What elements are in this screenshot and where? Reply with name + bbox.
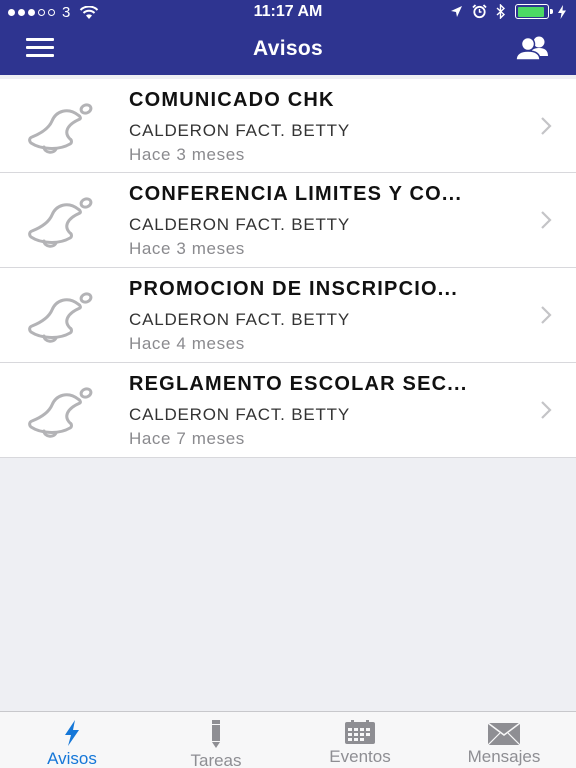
- notices-list: COMUNICADO CHK CALDERON FACT. BETTY Hace…: [0, 79, 576, 458]
- battery-icon: [515, 4, 553, 19]
- status-icons: [450, 4, 566, 19]
- tab-eventos[interactable]: Eventos: [288, 712, 432, 768]
- tab-bar: Avisos Tareas Eventos Mensajes: [0, 711, 576, 768]
- tab-label: Avisos: [47, 749, 97, 768]
- battery-cap: [550, 9, 553, 14]
- bluetooth-icon: [496, 4, 506, 19]
- bell-icon: [28, 387, 93, 438]
- chevron-right-icon: [541, 306, 552, 324]
- bell-icon: [28, 292, 93, 343]
- chevron-right-icon: [541, 401, 552, 419]
- bell-icon: [28, 197, 93, 248]
- alarm-icon: [472, 4, 487, 19]
- notice-author: CALDERON FACT. BETTY: [129, 405, 350, 424]
- nav-bar: Avisos: [0, 24, 576, 74]
- notice-title: COMUNICADO CHK: [129, 89, 335, 111]
- envelope-icon: [488, 723, 520, 745]
- notice-title: CONFERENCIA LIMITES Y CO...: [129, 183, 463, 205]
- location-icon: [451, 6, 462, 17]
- notice-row[interactable]: COMUNICADO CHK CALDERON FACT. BETTY Hace…: [0, 79, 576, 173]
- pencil-icon: [212, 720, 220, 748]
- chevron-right-icon: [541, 117, 552, 135]
- notice-time: Hace 4 meses: [129, 334, 245, 353]
- notice-time: Hace 3 meses: [129, 145, 245, 164]
- users-icon[interactable]: [514, 34, 554, 62]
- notice-row[interactable]: PROMOCION DE INSCRIPCIO... CALDERON FACT…: [0, 268, 576, 363]
- app-header: 3 11:17 AM Avisos: [0, 0, 576, 75]
- tab-mensajes[interactable]: Mensajes: [432, 712, 576, 768]
- notice-title: PROMOCION DE INSCRIPCIO...: [129, 278, 459, 300]
- notice-author: CALDERON FACT. BETTY: [129, 310, 350, 329]
- charging-icon: [558, 4, 566, 19]
- lightning-icon: [65, 720, 79, 746]
- notice-row[interactable]: REGLAMENTO ESCOLAR SEC... CALDERON FACT.…: [0, 363, 576, 458]
- notice-title: REGLAMENTO ESCOLAR SEC...: [129, 373, 468, 395]
- tab-avisos[interactable]: Avisos: [0, 712, 144, 768]
- tab-label: Eventos: [329, 747, 391, 766]
- notice-author: CALDERON FACT. BETTY: [129, 215, 350, 234]
- chevron-right-icon: [541, 211, 552, 229]
- notice-author: CALDERON FACT. BETTY: [129, 121, 350, 140]
- notice-time: Hace 7 meses: [129, 429, 245, 448]
- status-bar: 3 11:17 AM: [0, 0, 576, 24]
- notice-time: Hace 3 meses: [129, 239, 245, 258]
- battery-level: [517, 6, 544, 17]
- calendar-icon: [345, 720, 375, 744]
- tab-label: Tareas: [190, 751, 242, 768]
- tab-label: Mensajes: [467, 747, 541, 766]
- notice-row[interactable]: CONFERENCIA LIMITES Y CO... CALDERON FAC…: [0, 173, 576, 268]
- tab-tareas[interactable]: Tareas: [144, 712, 288, 768]
- bell-icon: [28, 103, 93, 154]
- page-title: Avisos: [253, 37, 323, 60]
